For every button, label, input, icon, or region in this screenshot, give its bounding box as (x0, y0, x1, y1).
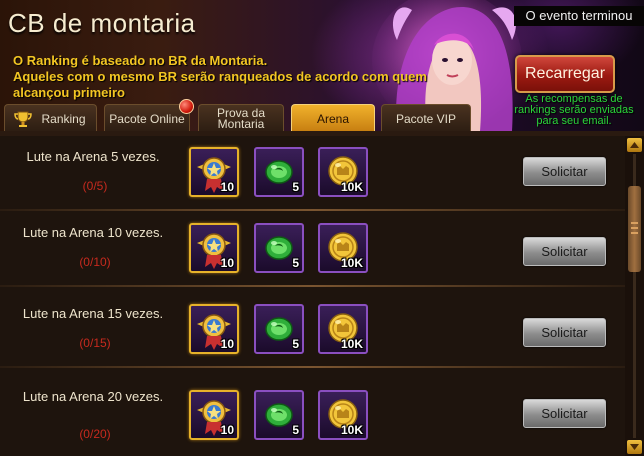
reward-quantity: 10 (220, 337, 234, 351)
reward-slot[interactable]: 10K (318, 390, 368, 440)
reward-slot[interactable]: 10K (318, 223, 368, 273)
task-row: Lute na Arena 5 vezes. (0/5) 10 5 10K So… (0, 136, 625, 211)
reward-quantity: 5 (292, 180, 299, 194)
reward-slot[interactable]: 5 (254, 390, 304, 440)
reward-quantity: 10K (340, 423, 363, 437)
description-line: Aqueles com o mesmo BR serão ranqueados … (13, 69, 427, 84)
scroll-thumb[interactable] (628, 186, 641, 272)
tab-vip-pack[interactable]: Pacote VIP (381, 104, 471, 132)
chevron-up-icon (630, 142, 639, 148)
header-banner: CB de montaria O Ranking é baseado no BR… (0, 0, 644, 132)
task-row: Lute na Arena 20 vezes. (0/20) 10 5 10K … (0, 374, 625, 456)
tab-arena[interactable]: Arena (291, 104, 375, 132)
reward-quantity: 10 (220, 180, 234, 194)
task-row: Lute na Arena 10 vezes. (0/10) 10 5 10K … (0, 212, 625, 287)
reward-note: As recompensas de rankings serão enviada… (504, 94, 644, 127)
recharge-button[interactable]: Recarregar (515, 55, 615, 93)
scroll-up-button[interactable] (627, 138, 642, 152)
claim-button[interactable]: Solicitar (523, 318, 606, 347)
description-line: alcançou primeiro (13, 85, 125, 100)
tab-online-pack[interactable]: Pacote Online (104, 99, 194, 132)
row-divider (0, 209, 625, 211)
claim-button[interactable]: Solicitar (523, 237, 606, 266)
scroll-grip (631, 227, 638, 229)
reward-slot[interactable]: 10 (189, 223, 239, 273)
ranking-description: O Ranking é baseado no BR da Montaria. A… (13, 53, 533, 101)
tab-label: Prova da Montaria (216, 106, 266, 131)
task-list: Lute na Arena 5 vezes. (0/5) 10 5 10K So… (0, 136, 625, 456)
tab-mount-trial[interactable]: Prova da Montaria (198, 104, 284, 132)
reward-quantity: 10 (220, 256, 234, 270)
scroll-grip (631, 222, 638, 224)
reward-quantity: 10K (340, 256, 363, 270)
reward-slot[interactable]: 10 (189, 147, 239, 197)
task-progress: (0/5) (82, 179, 108, 193)
reward-quantity: 5 (292, 423, 299, 437)
trophy-icon (14, 111, 32, 127)
claim-button[interactable]: Solicitar (523, 157, 606, 186)
page-title: CB de montaria (8, 8, 196, 38)
reward-slot[interactable]: 10K (318, 304, 368, 354)
reward-slot[interactable]: 5 (254, 304, 304, 354)
reward-quantity: 5 (292, 256, 299, 270)
reward-slot[interactable]: 10 (189, 304, 239, 354)
notification-badge-icon (179, 99, 194, 114)
tab-ranking[interactable]: Ranking (4, 104, 97, 132)
reward-quantity: 10K (340, 337, 363, 351)
description-line: O Ranking é baseado no BR da Montaria. (13, 53, 268, 68)
task-progress: (0/15) (79, 336, 111, 350)
task-progress: (0/20) (79, 427, 111, 441)
reward-quantity: 5 (292, 337, 299, 351)
row-divider (0, 366, 625, 368)
scroll-down-button[interactable] (627, 440, 642, 454)
event-status-label: O evento terminou (514, 6, 644, 26)
task-text: Lute na Arena 10 vezes. (22, 225, 164, 240)
chevron-down-icon (630, 444, 639, 450)
tab-label: Arena (316, 112, 350, 126)
scrollbar[interactable] (625, 136, 644, 456)
scroll-grip (631, 232, 638, 234)
task-row: Lute na Arena 15 vezes. (0/15) 10 5 10K … (0, 293, 625, 368)
task-text: Lute na Arena 20 vezes. (22, 389, 164, 404)
tab-label: Pacote Online (109, 112, 185, 126)
reward-slot[interactable]: 10K (318, 147, 368, 197)
reward-slot[interactable]: 5 (254, 147, 304, 197)
tab-label: Pacote VIP (395, 112, 457, 126)
task-progress: (0/10) (79, 255, 111, 269)
row-divider (0, 285, 625, 287)
task-text: Lute na Arena 5 vezes. (26, 149, 160, 164)
claim-button[interactable]: Solicitar (523, 399, 606, 428)
reward-slot[interactable]: 5 (254, 223, 304, 273)
reward-quantity: 10 (220, 423, 234, 437)
reward-note-line: para seu email. (536, 115, 612, 127)
task-text: Lute na Arena 15 vezes. (22, 306, 164, 321)
mount-event-window: CB de montaria O Ranking é baseado no BR… (0, 0, 644, 456)
reward-quantity: 10K (340, 180, 363, 194)
reward-slot[interactable]: 10 (189, 390, 239, 440)
